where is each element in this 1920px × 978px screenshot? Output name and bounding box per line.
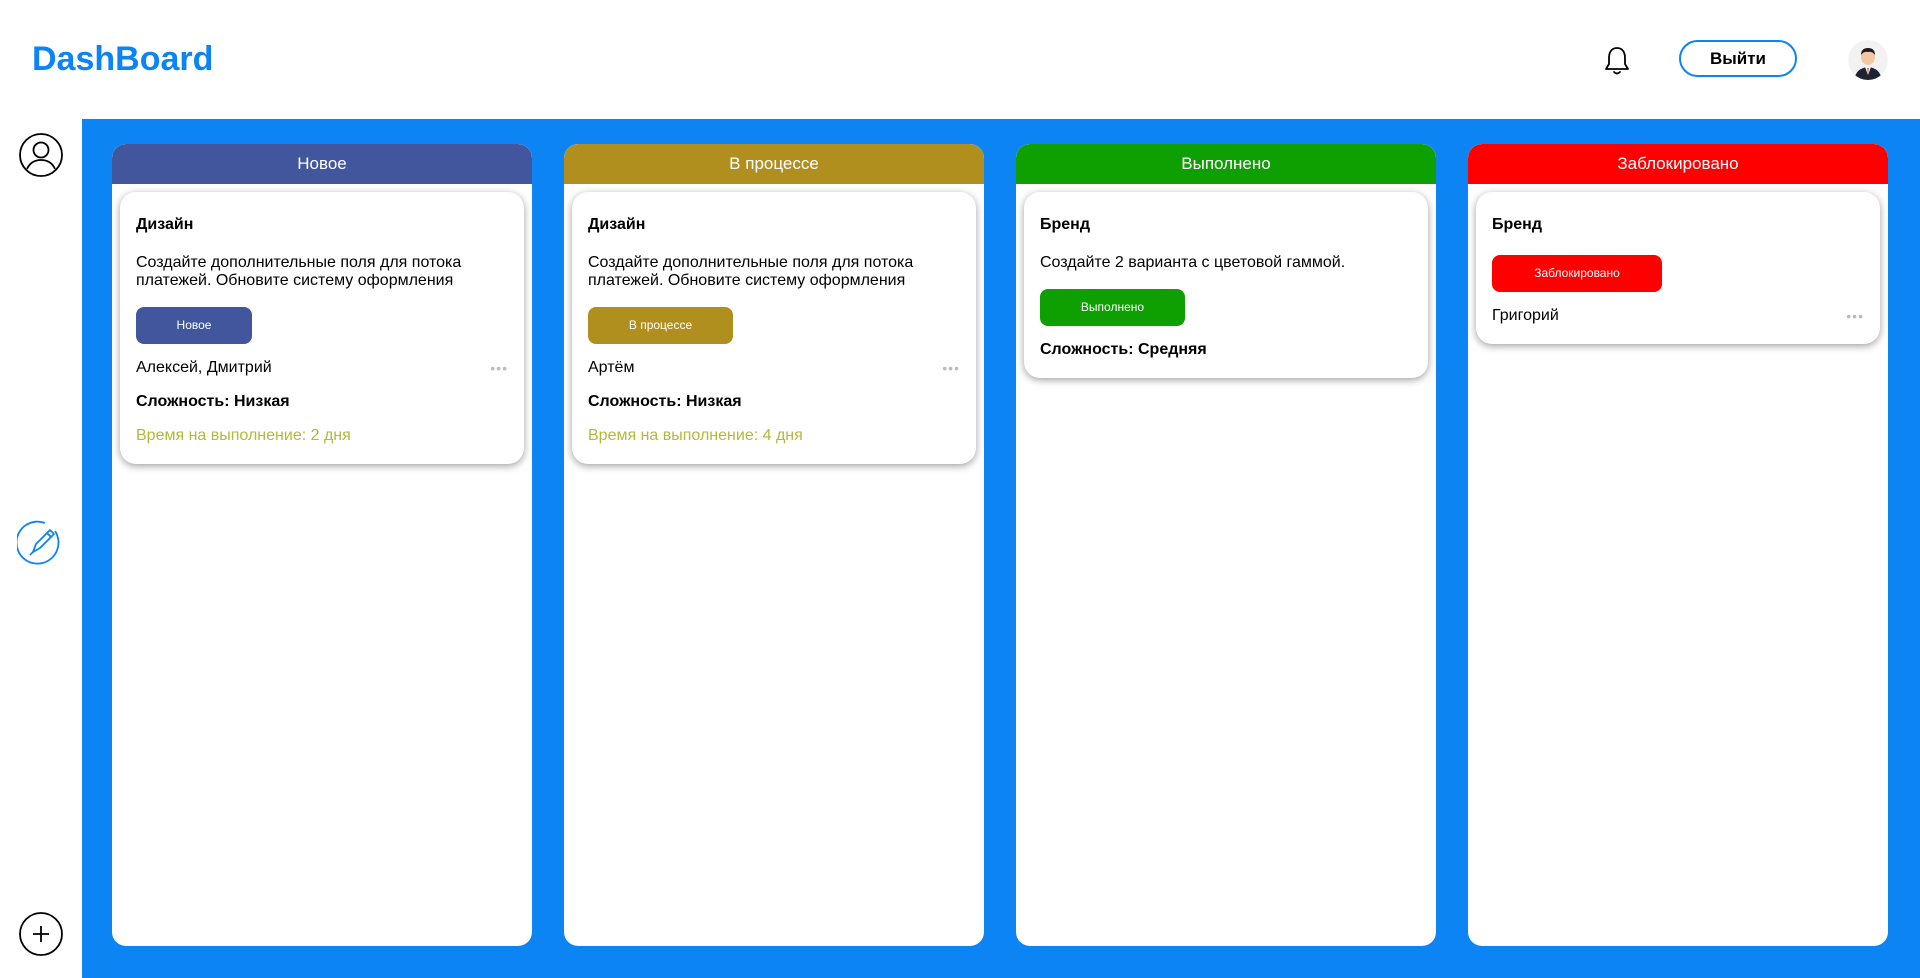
status-badge[interactable]: Выполнено (1040, 289, 1185, 326)
task-card[interactable]: Дизайн Создайте дополнительные поля для … (120, 192, 524, 464)
more-options-icon[interactable]: ••• (490, 360, 508, 376)
card-difficulty: Сложность: Низкая (136, 393, 290, 410)
task-card[interactable]: Бренд Создайте 2 варианта с цветовой гам… (1024, 192, 1428, 378)
card-time: Время на выполнение: 4 дня (588, 427, 803, 444)
kanban-board: Новое Дизайн Создайте дополнительные пол… (82, 119, 1920, 978)
card-time: Время на выполнение: 2 дня (136, 427, 351, 444)
card-description: Создайте дополнительные поля для потока … (588, 254, 914, 289)
status-badge[interactable]: Заблокировано (1492, 255, 1662, 292)
profile-icon[interactable] (17, 131, 65, 179)
card-title: Бренд (1040, 216, 1090, 233)
task-card[interactable]: Дизайн Создайте дополнительные поля для … (572, 192, 976, 464)
column-header: Выполнено (1016, 144, 1436, 184)
top-header: DashBoard Выйти (0, 0, 1920, 119)
add-icon[interactable] (17, 910, 65, 958)
card-assignees: Артём (588, 359, 635, 376)
bell-icon[interactable] (1600, 44, 1634, 78)
card-difficulty: Сложность: Низкая (588, 393, 742, 410)
left-sidebar (0, 119, 82, 978)
card-title: Дизайн (136, 216, 194, 233)
logout-button[interactable]: Выйти (1679, 40, 1797, 77)
more-options-icon[interactable]: ••• (942, 360, 960, 376)
task-card[interactable]: Бренд Заблокировано Григорий ••• (1476, 192, 1880, 344)
card-assignees: Григорий (1492, 307, 1559, 324)
column-new: Новое Дизайн Создайте дополнительные пол… (112, 144, 532, 946)
column-header: Заблокировано (1468, 144, 1888, 184)
card-assignees: Алексей, Дмитрий (136, 359, 272, 376)
card-title: Бренд (1492, 216, 1542, 233)
column-header: В процессе (564, 144, 984, 184)
card-title: Дизайн (588, 216, 646, 233)
user-avatar[interactable] (1848, 40, 1888, 80)
card-difficulty: Сложность: Средняя (1040, 341, 1207, 358)
card-description: Создайте дополнительные поля для потока … (136, 254, 462, 289)
column-done: Выполнено Бренд Создайте 2 варианта с цв… (1016, 144, 1436, 946)
column-blocked: Заблокировано Бренд Заблокировано Григор… (1468, 144, 1888, 946)
column-header: Новое (112, 144, 532, 184)
app-logo: DashBoard (32, 40, 214, 78)
status-badge[interactable]: В процессе (588, 307, 733, 344)
status-badge[interactable]: Новое (136, 307, 252, 344)
more-options-icon[interactable]: ••• (1846, 308, 1864, 324)
column-in-progress: В процессе Дизайн Создайте дополнительны… (564, 144, 984, 946)
card-description: Создайте 2 варианта с цветовой гаммой. (1040, 254, 1346, 271)
edit-icon[interactable] (15, 519, 65, 567)
